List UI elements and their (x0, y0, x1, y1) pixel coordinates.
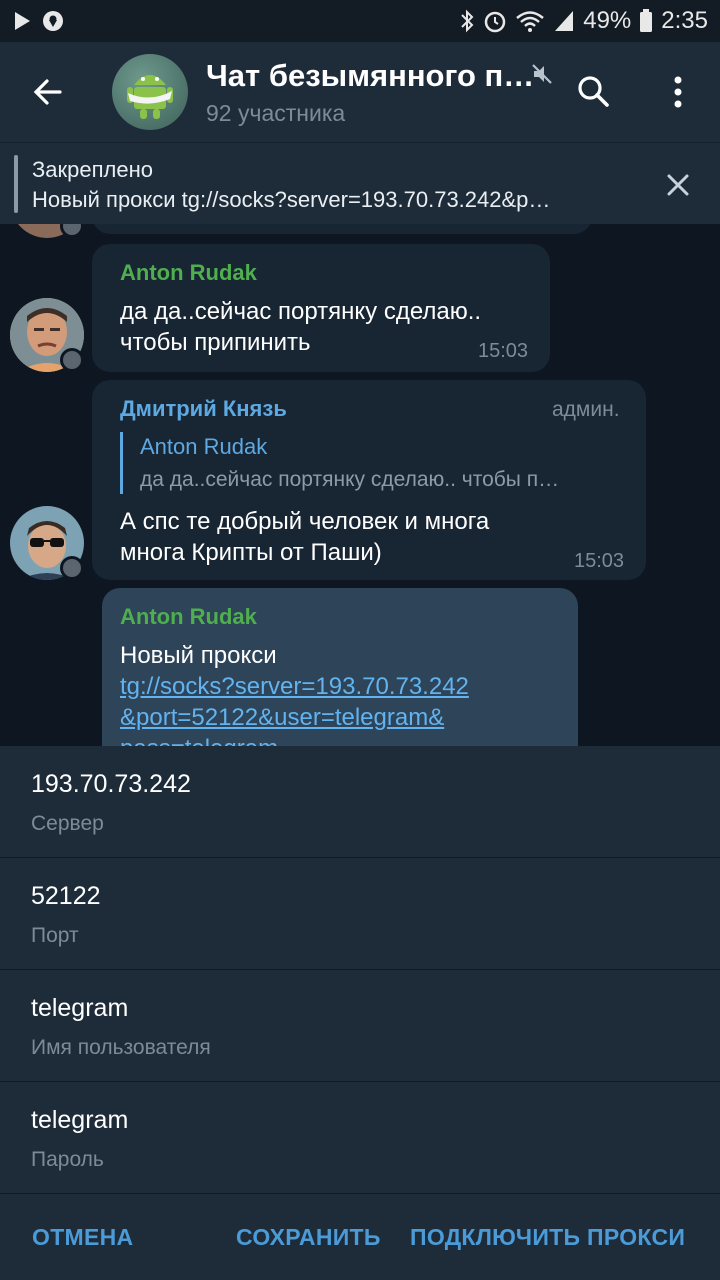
message-text-line: чтобы припинить (120, 329, 311, 356)
back-button[interactable] (0, 42, 96, 142)
location-icon (43, 11, 63, 31)
battery-percent: 49% (583, 7, 632, 34)
reply-indicator (120, 432, 123, 494)
port-label: Порт (31, 924, 79, 947)
clock: 2:35 (661, 7, 708, 34)
signal-icon (555, 11, 574, 31)
play-icon (15, 12, 30, 30)
reply-author[interactable]: Anton Rudak (140, 434, 267, 460)
message-bubble-selected[interactable]: Anton Rudak Новый прокси tg://socks?serv… (102, 588, 578, 746)
member-count: 92 участника (206, 99, 346, 126)
message-time: 15:03 (478, 340, 529, 362)
chat-title[interactable]: Чат безымянного п… (206, 58, 546, 94)
more-vertical-icon (674, 76, 682, 108)
previous-message-bubble[interactable] (92, 224, 592, 234)
chat-avatar[interactable] (112, 54, 188, 130)
chat-messages[interactable]: Anton Rudak да да..сейчас портянку сдела… (0, 224, 720, 746)
proxy-link[interactable]: tg://socks?server=193.70.73.242 (120, 671, 469, 702)
pinned-text: Новый прокси tg://socks?server=193.70.73… (32, 187, 551, 212)
proxy-link[interactable]: pass=telegram (120, 733, 278, 746)
pinned-title: Закреплено (32, 157, 153, 182)
status-bar: 49% 2:35 (0, 0, 720, 42)
password-label: Пароль (31, 1148, 104, 1171)
server-field[interactable]: 193.70.73.242 Сервер (0, 746, 720, 858)
wifi-icon (516, 11, 545, 32)
sheet-actions: ОТМЕНА СОХРАНИТЬ ПОДКЛЮЧИТЬ ПРОКСИ (0, 1194, 720, 1280)
alarm-icon (484, 11, 506, 33)
message-time: 15:03 (574, 550, 625, 572)
android-robot-icon (127, 75, 173, 119)
back-arrow-icon (33, 79, 62, 105)
server-label: Сервер (31, 812, 104, 835)
pinned-message[interactable]: Закреплено Новый прокси tg://socks?serve… (0, 142, 720, 224)
connect-proxy-button[interactable]: ПОДКЛЮЧИТЬ ПРОКСИ (410, 1224, 685, 1251)
username-value: telegram (31, 994, 129, 1022)
close-icon (667, 174, 689, 196)
message-text-line: А спс те добрый человек и многа (120, 508, 490, 535)
cancel-button[interactable]: ОТМЕНА (32, 1224, 133, 1251)
message-text-line: да да..сейчас портянку сделаю.. (120, 298, 482, 325)
chat-header: Чат безымянного п… 92 участника (0, 42, 720, 142)
message-author[interactable]: Anton Rudak (120, 604, 257, 630)
close-pinned-button[interactable] (658, 165, 698, 205)
server-value: 193.70.73.242 (31, 770, 191, 798)
message-text-line: многа Крипты от Паши) (120, 539, 382, 566)
proxy-settings-sheet: 193.70.73.242 Сервер 52122 Порт telegram… (0, 746, 720, 1280)
message-text: Новый прокси (120, 642, 277, 669)
search-button[interactable] (572, 70, 616, 114)
bluetooth-icon (461, 9, 474, 33)
message-author[interactable]: Anton Rudak (120, 260, 257, 286)
status-dot (60, 556, 84, 580)
username-label: Имя пользователя (31, 1036, 211, 1059)
battery-icon (640, 9, 653, 32)
status-dot (60, 348, 84, 372)
message-bubble[interactable]: Дмитрий Князь админ. Anton Rudak да да..… (92, 380, 646, 580)
pinned-indicator (14, 155, 18, 213)
password-field[interactable]: telegram Пароль (0, 1082, 720, 1194)
password-value: telegram (31, 1106, 129, 1134)
search-icon (578, 76, 609, 107)
admin-badge: админ. (552, 398, 620, 421)
status-dot (60, 224, 84, 238)
port-value: 52122 (31, 882, 101, 910)
username-field[interactable]: telegram Имя пользователя (0, 970, 720, 1082)
message-author[interactable]: Дмитрий Князь (120, 396, 287, 422)
proxy-link[interactable]: &port=52122&user=telegram& (120, 702, 444, 733)
muted-icon (532, 64, 552, 84)
message-bubble[interactable]: Anton Rudak да да..сейчас портянку сдела… (92, 244, 550, 372)
port-field[interactable]: 52122 Порт (0, 858, 720, 970)
save-button[interactable]: СОХРАНИТЬ (236, 1224, 381, 1251)
more-menu-button[interactable] (660, 70, 696, 114)
reply-text[interactable]: да да..сейчас портянку сделаю.. чтобы п… (140, 468, 559, 492)
